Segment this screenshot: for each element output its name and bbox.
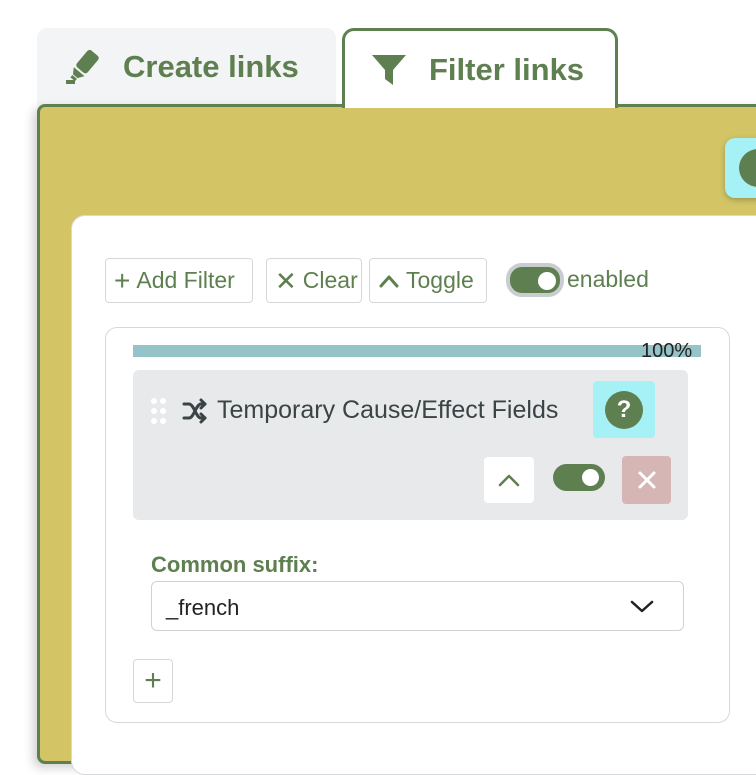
shuffle-icon bbox=[182, 398, 207, 424]
add-filter-button[interactable]: + Add Filter bbox=[105, 258, 253, 303]
tab-filter-links[interactable]: Filter links bbox=[342, 28, 618, 108]
question-icon: ? bbox=[605, 390, 643, 429]
common-suffix-select[interactable]: _french bbox=[151, 581, 684, 631]
add-condition-button[interactable]: + bbox=[133, 659, 173, 703]
funnel-icon bbox=[369, 50, 409, 90]
highlighter-icon bbox=[63, 47, 103, 87]
tab-filter-links-label: Filter links bbox=[429, 51, 585, 87]
common-suffix-value: _french bbox=[166, 595, 240, 620]
filter-help-button[interactable]: ? bbox=[593, 381, 655, 438]
close-icon bbox=[638, 471, 655, 489]
plus-icon: + bbox=[144, 664, 162, 697]
tab-create-links-label: Create links bbox=[123, 49, 299, 84]
move-up-button[interactable] bbox=[484, 457, 534, 503]
tab-create-links[interactable]: Create links bbox=[37, 28, 336, 106]
progress-text: 100% bbox=[641, 340, 693, 362]
enabled-switch[interactable] bbox=[506, 263, 564, 297]
switch-knob bbox=[582, 469, 599, 486]
filter-enabled-switch[interactable] bbox=[553, 464, 605, 491]
toggle-label: Toggle bbox=[406, 267, 474, 293]
chevron-up-icon bbox=[498, 474, 520, 487]
toggle-button[interactable]: Toggle bbox=[369, 258, 487, 303]
remove-filter-button[interactable] bbox=[622, 456, 671, 504]
chevron-down-icon bbox=[630, 600, 654, 613]
enabled-label: enabled bbox=[567, 266, 649, 292]
common-suffix-label: Common suffix: bbox=[151, 552, 319, 577]
chevron-up-icon bbox=[378, 273, 400, 289]
switch-knob bbox=[538, 272, 556, 290]
clear-label: Clear bbox=[302, 267, 358, 293]
drag-handle-icon[interactable] bbox=[151, 398, 167, 424]
add-filter-label: Add Filter bbox=[136, 267, 235, 293]
close-icon: ✕ bbox=[275, 265, 297, 296]
question-icon bbox=[739, 149, 756, 187]
filter-title: Temporary Cause/Effect Fields bbox=[217, 396, 559, 424]
plus-icon: + bbox=[114, 264, 131, 296]
clear-button[interactable]: ✕ Clear bbox=[266, 258, 362, 303]
panel-help-button[interactable] bbox=[725, 138, 756, 198]
progress-bar bbox=[133, 345, 701, 357]
